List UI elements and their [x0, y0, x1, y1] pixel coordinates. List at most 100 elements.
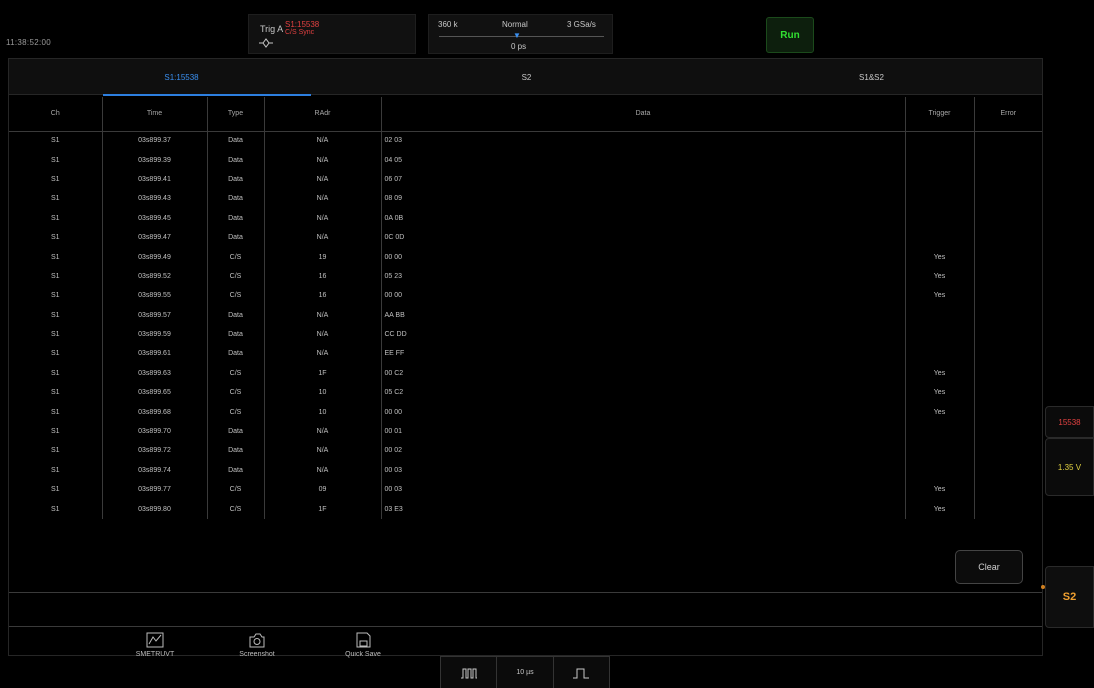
smart-trigger-button[interactable]: SMETRUVT [120, 632, 190, 660]
cell-ch: S1 [9, 363, 103, 384]
table-row[interactable]: S1 03s899.74 Data N/A 00 03 [9, 460, 1042, 481]
cell-ch: S1 [9, 324, 103, 345]
cell-error [974, 422, 1042, 441]
cell-type: C/S [207, 363, 265, 384]
cell-data: AA BB [381, 305, 906, 325]
tab-s1[interactable]: S1:15538 [9, 59, 354, 95]
timebase-track [439, 36, 604, 37]
cell-error [974, 480, 1042, 499]
cell-type: Data [207, 344, 265, 364]
cell-time: 03s899.61 [102, 344, 208, 364]
trigger-value-chip[interactable]: 15538 [1045, 406, 1094, 438]
trigger-position-marker-icon: ▼ [513, 31, 521, 40]
tab-s2[interactable]: S2 [354, 59, 699, 95]
screenshot-label: Screenshot [239, 651, 275, 658]
cell-type: C/S [207, 286, 265, 306]
cell-data: 08 09 [381, 189, 906, 209]
cell-ch: S1 [9, 421, 103, 442]
quick-save-button[interactable]: Quick Save [328, 632, 398, 660]
cell-trigger [905, 227, 975, 248]
timebase-increase-button[interactable] [554, 657, 609, 688]
cell-ch: S1 [9, 169, 103, 190]
cell-time: 03s899.72 [102, 441, 208, 461]
channel-s2-chip[interactable]: S2 [1045, 566, 1094, 628]
table-row[interactable]: S1 03s899.39 Data N/A 04 05 [9, 150, 1042, 170]
cell-data: CC DD [381, 324, 906, 345]
table-row[interactable]: S1 03s899.77 C/S 09 00 03 Yes [9, 480, 1042, 500]
cell-radr: 10 [264, 383, 382, 403]
cell-type: Data [207, 169, 265, 190]
cell-radr: 1F [264, 363, 382, 384]
cell-data: 0A 0B [381, 208, 906, 228]
cell-trigger [905, 324, 975, 345]
cell-time: 03s899.52 [102, 266, 208, 287]
single-pulse-icon [573, 668, 590, 678]
cell-ch: S1 [9, 189, 103, 209]
cell-radr: N/A [264, 169, 382, 190]
cell-time: 03s899.57 [102, 305, 208, 325]
cell-trigger [905, 169, 975, 190]
cell-ch: S1 [9, 460, 103, 481]
table-row[interactable]: S1 03s899.70 Data N/A 00 01 [9, 421, 1042, 442]
table-row[interactable]: S1 03s899.63 C/S 1F 00 C2 Yes [9, 363, 1042, 384]
cell-error [974, 344, 1042, 363]
cell-ch: S1 [9, 499, 103, 519]
active-tab-indicator [103, 94, 311, 96]
column-header-error: Error [974, 97, 1042, 132]
cell-type: Data [207, 189, 265, 209]
table-row[interactable]: S1 03s899.59 Data N/A CC DD [9, 324, 1042, 345]
cell-error [974, 286, 1042, 305]
table-row[interactable]: S1 03s899.61 Data N/A EE FF [9, 344, 1042, 364]
cell-type: Data [207, 460, 265, 481]
cell-time: 03s899.68 [102, 402, 208, 422]
cell-error [974, 383, 1042, 402]
cell-radr: N/A [264, 227, 382, 248]
cell-trigger: Yes [905, 247, 975, 267]
cell-time: 03s899.80 [102, 499, 208, 519]
cell-error [974, 402, 1042, 421]
cell-radr: N/A [264, 208, 382, 228]
cell-radr: 10 [264, 402, 382, 422]
cell-ch: S1 [9, 383, 103, 403]
column-header-type: Type [207, 97, 265, 132]
timebase-decrease-button[interactable] [441, 657, 498, 688]
memory-depth: 360 k [438, 20, 458, 29]
cell-error [974, 150, 1042, 169]
cell-radr: 1F [264, 499, 382, 519]
table-row[interactable]: S1 03s899.45 Data N/A 0A 0B [9, 208, 1042, 228]
cell-error [974, 131, 1042, 150]
table-row[interactable]: S1 03s899.80 C/S 1F 03 E3 Yes [9, 499, 1042, 519]
table-row[interactable]: S1 03s899.37 Data N/A 02 03 [9, 131, 1042, 151]
cell-ch: S1 [9, 131, 103, 151]
tab-s1-s2[interactable]: S1&S2 [699, 59, 1044, 95]
trigger-level-chip[interactable]: 1.35 V [1045, 438, 1094, 496]
trigger-panel[interactable]: Trig A S1:15538 C/S Sync [248, 14, 416, 54]
cell-time: 03s899.45 [102, 208, 208, 228]
clear-button[interactable]: Clear [955, 550, 1023, 584]
cell-data: 00 00 [381, 247, 906, 267]
cell-time: 03s899.41 [102, 169, 208, 190]
table-row[interactable]: S1 03s899.52 C/S 16 05 23 Yes [9, 266, 1042, 287]
table-row[interactable]: S1 03s899.55 C/S 16 00 00 Yes [9, 286, 1042, 306]
table-row[interactable]: S1 03s899.41 Data N/A 06 07 [9, 169, 1042, 190]
cell-ch: S1 [9, 402, 103, 422]
table-row[interactable]: S1 03s899.57 Data N/A AA BB [9, 305, 1042, 325]
table-row[interactable]: S1 03s899.72 Data N/A 00 02 [9, 441, 1042, 461]
cell-radr: N/A [264, 324, 382, 345]
cell-data: 00 00 [381, 286, 906, 306]
acquisition-mode: Normal [502, 20, 528, 29]
cell-radr: 16 [264, 266, 382, 287]
timebase-value[interactable]: 10 µs [497, 657, 554, 688]
screenshot-button[interactable]: Screenshot [222, 632, 292, 660]
table-row[interactable]: S1 03s899.49 C/S 19 00 00 Yes [9, 247, 1042, 267]
table-row[interactable]: S1 03s899.43 Data N/A 08 09 [9, 189, 1042, 209]
table-row[interactable]: S1 03s899.65 C/S 10 05 C2 Yes [9, 383, 1042, 403]
acquisition-panel[interactable]: 360 k Normal 3 GSa/s ▼ 0 ps [428, 14, 613, 54]
table-row[interactable]: S1 03s899.68 C/S 10 00 00 Yes [9, 402, 1042, 422]
decode-event-table-panel: S1:15538 S2 S1&S2 Ch Time Type RAdr Data… [8, 58, 1045, 656]
cell-trigger [905, 421, 975, 442]
command-bar[interactable] [9, 592, 1042, 627]
cell-type: Data [207, 324, 265, 345]
run-stop-button[interactable]: Run [766, 17, 814, 53]
table-row[interactable]: S1 03s899.47 Data N/A 0C 0D [9, 227, 1042, 248]
